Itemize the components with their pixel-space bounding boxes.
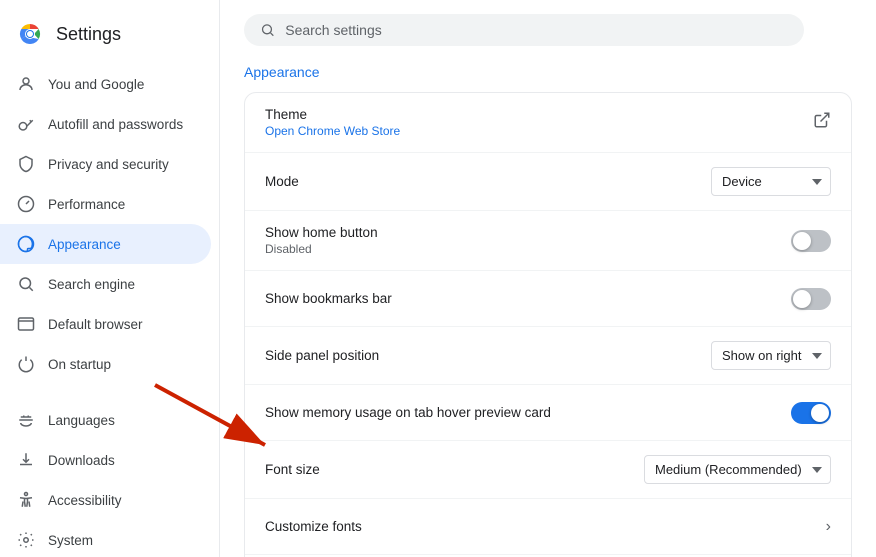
setting-info-mode: Mode [265,174,695,189]
setting-control-customize-fonts[interactable]: › [826,518,831,536]
side-panel-select[interactable]: Show on right Show on left [711,341,831,370]
external-link-icon-theme [813,111,831,134]
palette-icon [16,234,36,254]
sidebar-label-you-and-google: You and Google [48,77,144,92]
power-icon [16,354,36,374]
setting-info-customize-fonts: Customize fonts [265,519,810,534]
translate-icon [16,410,36,430]
search-input-icon [260,22,275,38]
key-icon [16,114,36,134]
person-icon [16,74,36,94]
setting-control-side-panel[interactable]: Show on right Show on left [711,341,831,370]
sidebar-label-on-startup: On startup [48,357,111,372]
sidebar-item-search-engine[interactable]: Search engine [0,264,211,304]
setting-control-home-button[interactable] [791,230,831,252]
toggle-home-button[interactable] [791,230,831,252]
search-input[interactable] [285,22,788,38]
setting-label-home-button: Show home button [265,225,775,240]
chevron-right-icon: › [826,518,831,536]
section-title: Appearance [244,64,852,80]
setting-sublabel-home-button: Disabled [265,242,775,256]
setting-label-customize-fonts: Customize fonts [265,519,810,534]
setting-info-memory-usage: Show memory usage on tab hover preview c… [265,405,775,420]
font-size-select[interactable]: Medium (Recommended) Very Small Small La… [644,455,831,484]
setting-control-bookmarks-bar[interactable] [791,288,831,310]
setting-control-mode[interactable]: Device Light Dark [711,167,831,196]
mode-select[interactable]: Device Light Dark [711,167,831,196]
sidebar-item-performance[interactable]: Performance [0,184,211,224]
setting-label-mode: Mode [265,174,695,189]
setting-label-theme: Theme [265,107,797,122]
speedometer-icon [16,194,36,214]
sidebar-label-search-engine: Search engine [48,277,135,292]
sidebar-item-languages[interactable]: Languages [0,400,211,440]
setting-sublabel-theme[interactable]: Open Chrome Web Store [265,124,797,138]
search-bar [244,14,804,46]
setting-label-side-panel: Side panel position [265,348,695,363]
settings-card: Theme Open Chrome Web Store Mode [244,92,852,557]
setting-control-font-size[interactable]: Medium (Recommended) Very Small Small La… [644,455,831,484]
setting-row-mode: Mode Device Light Dark [245,153,851,211]
sidebar-item-privacy[interactable]: Privacy and security [0,144,211,184]
gear-icon [16,530,36,550]
sidebar-header: Settings [0,12,219,64]
setting-control-theme[interactable] [813,111,831,134]
sidebar-item-default-browser[interactable]: Default browser [0,304,211,344]
shield-icon [16,154,36,174]
setting-label-font-size: Font size [265,462,628,477]
setting-label-memory-usage: Show memory usage on tab hover preview c… [265,405,775,420]
sidebar-item-system[interactable]: System [0,520,211,557]
sidebar-label-appearance: Appearance [48,237,121,252]
toggle-memory-usage[interactable] [791,402,831,424]
setting-row-font-size: Font size Medium (Recommended) Very Smal… [245,441,851,499]
setting-info-font-size: Font size [265,462,628,477]
sidebar-item-downloads[interactable]: Downloads [0,440,211,480]
sidebar-item-autofill[interactable]: Autofill and passwords [0,104,211,144]
sidebar-label-autofill: Autofill and passwords [48,117,183,132]
sidebar-label-downloads: Downloads [48,453,115,468]
sidebar-label-languages: Languages [48,413,115,428]
setting-info-bookmarks-bar: Show bookmarks bar [265,291,775,306]
browser-icon [16,314,36,334]
toggle-bookmarks-bar[interactable] [791,288,831,310]
sidebar-label-system: System [48,533,93,548]
setting-row-side-panel: Side panel position Show on right Show o… [245,327,851,385]
sidebar-item-accessibility[interactable]: Accessibility [0,480,211,520]
search-icon [16,274,36,294]
toggle-knob-home-button [793,232,811,250]
toggle-knob-memory-usage [811,404,829,422]
sidebar-item-appearance[interactable]: Appearance [0,224,211,264]
setting-row-bookmarks-bar: Show bookmarks bar [245,271,851,327]
sidebar-label-default-browser: Default browser [48,317,143,332]
accessibility-icon [16,490,36,510]
download-icon [16,450,36,470]
setting-info-theme: Theme Open Chrome Web Store [265,107,797,138]
setting-row-theme: Theme Open Chrome Web Store [245,93,851,153]
sidebar-label-accessibility: Accessibility [48,493,122,508]
sidebar-label-performance: Performance [48,197,125,212]
setting-row-home-button: Show home button Disabled [245,211,851,271]
setting-info-side-panel: Side panel position [265,348,695,363]
setting-row-customize-fonts[interactable]: Customize fonts › [245,499,851,555]
setting-label-bookmarks-bar: Show bookmarks bar [265,291,775,306]
toggle-knob-bookmarks-bar [793,290,811,308]
sidebar-item-on-startup[interactable]: On startup [0,344,211,384]
content-area: Appearance Theme Open Chrome Web Store [220,60,876,557]
main-content: Appearance Theme Open Chrome Web Store [220,0,876,557]
sidebar-title: Settings [56,24,121,45]
search-bar-wrapper [220,0,876,60]
chrome-logo [16,20,44,48]
sidebar-label-privacy: Privacy and security [48,157,169,172]
sidebar: Settings You and Google Autofill and pas… [0,0,220,557]
setting-control-memory-usage[interactable] [791,402,831,424]
sidebar-item-you-and-google[interactable]: You and Google [0,64,211,104]
setting-info-home-button: Show home button Disabled [265,225,775,256]
setting-row-memory-usage: Show memory usage on tab hover preview c… [245,385,851,441]
